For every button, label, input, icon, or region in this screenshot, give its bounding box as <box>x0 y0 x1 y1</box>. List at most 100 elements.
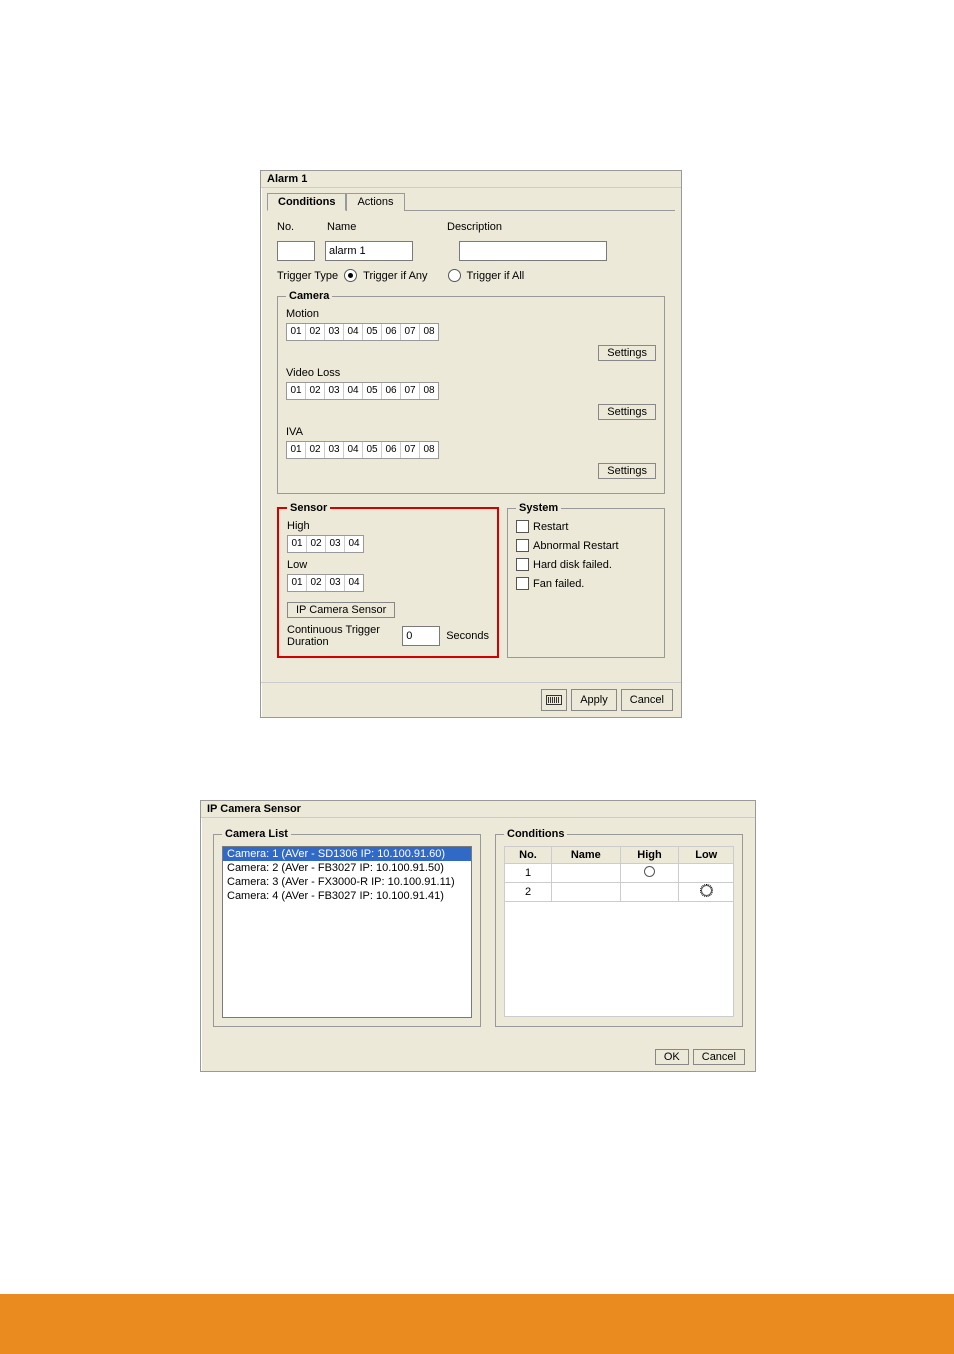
cell-high[interactable] <box>620 883 679 902</box>
abnormal-restart-label: Abnormal Restart <box>533 540 619 552</box>
col-name: Name <box>552 847 621 864</box>
sensor-low-label: Low <box>287 559 489 571</box>
motion-cell[interactable]: 01 <box>287 324 306 340</box>
sensor-low-cell[interactable]: 04 <box>345 575 363 591</box>
apply-button[interactable]: Apply <box>571 689 617 711</box>
alarm-dialog: Alarm 1 Conditions Actions No. Name Desc… <box>260 170 682 718</box>
sensor-low-cell[interactable]: 01 <box>288 575 307 591</box>
name-input[interactable] <box>325 241 413 261</box>
sensor-high-cell[interactable]: 03 <box>326 536 345 552</box>
cell-no: 2 <box>505 883 552 902</box>
video-loss-cell[interactable]: 08 <box>420 383 438 399</box>
hdd-failed-checkbox[interactable] <box>516 558 529 571</box>
camera-list-item[interactable]: Camera: 3 (AVer - FX3000-R IP: 10.100.91… <box>223 875 471 889</box>
cell-name <box>552 883 621 902</box>
radio-icon <box>644 866 655 877</box>
camera-list-item[interactable]: Camera: 4 (AVer - FB3027 IP: 10.100.91.4… <box>223 889 471 903</box>
motion-cell[interactable]: 05 <box>363 324 382 340</box>
restart-checkbox[interactable] <box>516 520 529 533</box>
page-footer-bar <box>0 1294 954 1354</box>
motion-grid[interactable]: 01 02 03 04 05 06 07 08 <box>286 323 439 341</box>
cell-name <box>552 864 621 883</box>
table-row[interactable]: 2 <box>505 883 734 902</box>
conditions-table: No. Name High Low 1 2 <box>504 846 734 1017</box>
video-loss-grid[interactable]: 01 02 03 04 05 06 07 08 <box>286 382 439 400</box>
video-loss-cell[interactable]: 01 <box>287 383 306 399</box>
video-loss-cell[interactable]: 02 <box>306 383 325 399</box>
abnormal-restart-checkbox[interactable] <box>516 539 529 552</box>
seconds-label: Seconds <box>446 630 489 642</box>
cell-low[interactable] <box>679 864 734 883</box>
dialog2-footer: OK Cancel <box>201 1043 755 1071</box>
cell-low[interactable] <box>679 883 734 902</box>
camera-list-fieldset: Camera List Camera: 1 (AVer - SD1306 IP:… <box>213 828 481 1027</box>
cancel-button[interactable]: Cancel <box>621 689 673 711</box>
video-loss-cell[interactable]: 07 <box>401 383 420 399</box>
camera-legend: Camera <box>286 290 332 302</box>
ctd-input[interactable] <box>402 626 440 646</box>
trigger-type-label: Trigger Type <box>277 270 338 282</box>
motion-cell[interactable]: 08 <box>420 324 438 340</box>
no-label: No. <box>277 221 317 233</box>
cancel-button[interactable]: Cancel <box>693 1049 745 1065</box>
video-loss-cell[interactable]: 06 <box>382 383 401 399</box>
video-loss-settings-button[interactable]: Settings <box>598 404 656 420</box>
fan-failed-checkbox[interactable] <box>516 577 529 590</box>
sensor-high-cell[interactable]: 04 <box>345 536 363 552</box>
description-label: Description <box>447 221 502 233</box>
sensor-high-grid[interactable]: 01 02 03 04 <box>287 535 364 553</box>
sensor-high-cell[interactable]: 02 <box>307 536 326 552</box>
radio-trigger-if-all[interactable] <box>448 269 461 282</box>
iva-cell[interactable]: 05 <box>363 442 382 458</box>
col-no: No. <box>505 847 552 864</box>
description-input[interactable] <box>459 241 607 261</box>
iva-cell[interactable]: 01 <box>287 442 306 458</box>
iva-cell[interactable]: 08 <box>420 442 438 458</box>
conditions-legend: Conditions <box>504 828 567 840</box>
sensor-high-cell[interactable]: 01 <box>288 536 307 552</box>
iva-settings-button[interactable]: Settings <box>598 463 656 479</box>
tab-bar: Conditions Actions <box>261 188 681 210</box>
camera-list-item[interactable]: Camera: 1 (AVer - SD1306 IP: 10.100.91.6… <box>223 847 471 861</box>
system-legend: System <box>516 502 561 514</box>
col-high: High <box>620 847 679 864</box>
motion-cell[interactable]: 04 <box>344 324 363 340</box>
sensor-high-label: High <box>287 520 489 532</box>
video-loss-label: Video Loss <box>286 367 656 379</box>
iva-cell[interactable]: 03 <box>325 442 344 458</box>
video-loss-cell[interactable]: 03 <box>325 383 344 399</box>
keyboard-icon-button[interactable] <box>541 689 567 711</box>
sensor-low-cell[interactable]: 02 <box>307 575 326 591</box>
iva-cell[interactable]: 07 <box>401 442 420 458</box>
video-loss-cell[interactable]: 04 <box>344 383 363 399</box>
sensor-low-grid[interactable]: 01 02 03 04 <box>287 574 364 592</box>
motion-cell[interactable]: 02 <box>306 324 325 340</box>
iva-label: IVA <box>286 426 656 438</box>
ok-button[interactable]: OK <box>655 1049 689 1065</box>
fan-failed-label: Fan failed. <box>533 578 584 590</box>
motion-label: Motion <box>286 308 656 320</box>
motion-cell[interactable]: 07 <box>401 324 420 340</box>
sensor-low-cell[interactable]: 03 <box>326 575 345 591</box>
iva-grid[interactable]: 01 02 03 04 05 06 07 08 <box>286 441 439 459</box>
camera-list[interactable]: Camera: 1 (AVer - SD1306 IP: 10.100.91.6… <box>222 846 472 1018</box>
iva-cell[interactable]: 04 <box>344 442 363 458</box>
sensor-fieldset: Sensor High 01 02 03 04 Low 01 02 03 04 <box>277 502 499 658</box>
video-loss-cell[interactable]: 05 <box>363 383 382 399</box>
restart-label: Restart <box>533 521 568 533</box>
system-fieldset: System Restart Abnormal Restart Hard dis… <box>507 502 665 658</box>
iva-cell[interactable]: 06 <box>382 442 401 458</box>
sensor-legend: Sensor <box>287 502 330 514</box>
table-row[interactable]: 1 <box>505 864 734 883</box>
dialog2-title: IP Camera Sensor <box>201 801 755 818</box>
cell-high[interactable] <box>620 864 679 883</box>
motion-settings-button[interactable]: Settings <box>598 345 656 361</box>
camera-list-item[interactable]: Camera: 2 (AVer - FB3027 IP: 10.100.91.5… <box>223 861 471 875</box>
tab-actions[interactable]: Actions <box>346 193 404 211</box>
motion-cell[interactable]: 03 <box>325 324 344 340</box>
motion-cell[interactable]: 06 <box>382 324 401 340</box>
tab-conditions[interactable]: Conditions <box>267 193 346 211</box>
ip-camera-sensor-button[interactable]: IP Camera Sensor <box>287 602 395 618</box>
iva-cell[interactable]: 02 <box>306 442 325 458</box>
radio-trigger-if-any[interactable] <box>344 269 357 282</box>
